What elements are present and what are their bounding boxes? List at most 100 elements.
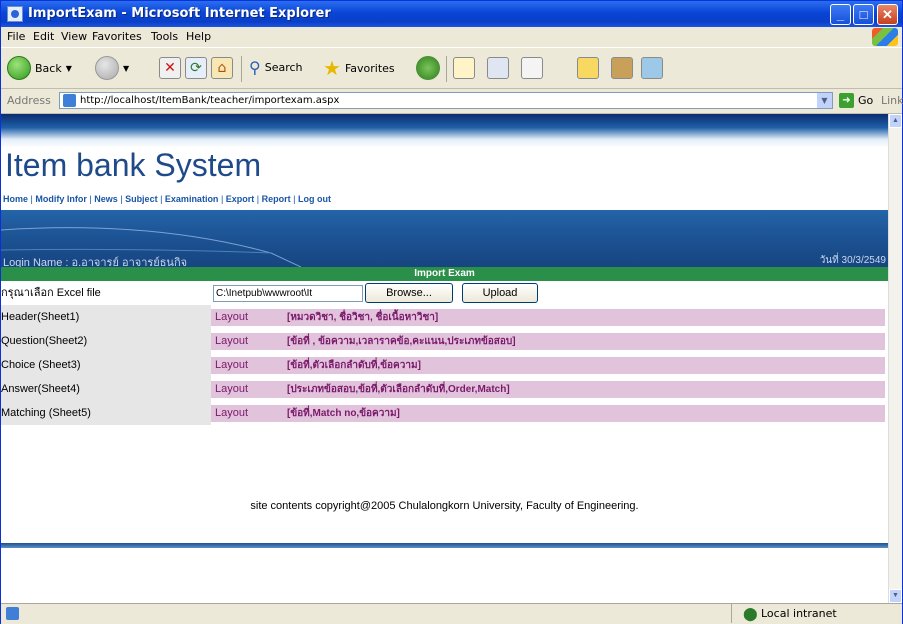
site-title: Item bank System — [5, 147, 262, 183]
table-row: Header(Sheet1) Layout [หมวดวิชา, ชื่อวิช… — [1, 305, 888, 329]
address-label: Address — [7, 94, 51, 107]
window-title: ImportExam - Microsoft Internet Explorer — [28, 6, 331, 21]
address-dropdown-icon[interactable]: ▼ — [817, 93, 832, 108]
dropdown-arrow-icon: ▼ — [123, 63, 130, 73]
messenger-icon[interactable] — [641, 57, 663, 79]
menu-tools[interactable]: Tools — [151, 30, 178, 43]
nav-separator: | — [218, 194, 226, 204]
layout-spec: [ข้อที่,Match no,ข้อความ] — [287, 408, 400, 419]
layout-link[interactable]: Layout — [215, 405, 248, 422]
table-row: Answer(Sheet4) Layout [ประเภทข้อสอบ,ข้อท… — [1, 377, 888, 401]
address-input[interactable]: http://localhost/ItemBank/teacher/import… — [59, 92, 833, 109]
search-label: Search — [264, 61, 303, 74]
page-content: Item bank System Home | Modify Infor | N… — [1, 114, 888, 603]
go-arrow-icon[interactable]: ➜ — [839, 93, 854, 108]
go-label[interactable]: Go — [858, 94, 873, 107]
minimize-button[interactable]: _ — [830, 4, 851, 25]
status-bar: ⬤ Local intranet — [1, 603, 902, 624]
folder-icon[interactable] — [577, 57, 599, 79]
intranet-zone-icon: ⬤ — [743, 607, 758, 622]
nav-news[interactable]: News — [94, 194, 118, 204]
research-icon[interactable] — [611, 57, 633, 79]
print-icon[interactable] — [487, 57, 509, 79]
nav-modify-infor[interactable]: Modify Infor — [35, 194, 87, 204]
table-row: Matching (Sheet5) Layout [ข้อที่,Match n… — [1, 401, 888, 425]
zone-label: Local intranet — [761, 607, 837, 620]
section-title: Import Exam — [1, 267, 888, 281]
nav-examination[interactable]: Examination — [165, 194, 219, 204]
row-label: Choice (Sheet3) — [1, 353, 211, 377]
toolbar-separator — [241, 56, 242, 82]
refresh-icon[interactable]: ⟳ — [185, 57, 207, 79]
favorites-star-icon: ★ — [323, 56, 341, 80]
layout-link[interactable]: Layout — [215, 309, 248, 326]
footer-line — [1, 543, 888, 548]
toolbar-separator — [446, 56, 447, 82]
page-icon — [63, 94, 76, 107]
dropdown-arrow-icon: ▼ — [65, 63, 72, 73]
menu-file[interactable]: File — [7, 30, 25, 43]
nav-separator: | — [157, 194, 165, 204]
layout-spec: [ข้อที่,ตัวเลือกลำดับที่,ข้อความ] — [287, 360, 421, 371]
links-label[interactable]: Links — [881, 94, 903, 107]
nav-export[interactable]: Export — [226, 194, 255, 204]
file-label: กรุณาเลือก Excel file — [1, 281, 211, 305]
layout-spec: [ข้อที่ , ข้อความ,เวลาราคข้อ,คะแนน,ประเภ… — [287, 336, 516, 347]
layout-link[interactable]: Layout — [215, 357, 248, 374]
forward-button[interactable]: ▼ — [95, 56, 129, 80]
close-button[interactable]: ✕ — [877, 4, 898, 25]
row-label: Matching (Sheet5) — [1, 401, 211, 425]
layout-spec: [ประเภทข้อสอบ,ข้อที่,ตัวเลือกลำดับที่,Or… — [287, 384, 510, 395]
site-nav: Home | Modify Infor | News | Subject | E… — [3, 194, 331, 204]
table-row: Choice (Sheet3) Layout [ข้อที่,ตัวเลือกล… — [1, 353, 888, 377]
stop-icon[interactable]: ✕ — [159, 57, 181, 79]
favorites-button[interactable]: ★ Favorites — [323, 56, 395, 80]
maximize-button[interactable]: □ — [853, 4, 874, 25]
layout-link[interactable]: Layout — [215, 381, 248, 398]
layout-link[interactable]: Layout — [215, 333, 248, 350]
address-bar: Address http://localhost/ItemBank/teache… — [1, 89, 903, 114]
menu-bar: File Edit View Favorites Tools Help — [1, 27, 902, 48]
layout-spec: [หมวดวิชา, ชื่อวิชา, ชื่อเนื้อหาวิชา] — [287, 312, 439, 323]
page-status-icon — [6, 607, 19, 620]
forward-arrow-icon — [95, 56, 119, 80]
scroll-up-icon[interactable]: ▲ — [889, 114, 902, 128]
title-bar[interactable]: ImportExam - Microsoft Internet Explorer… — [1, 1, 902, 27]
search-button[interactable]: ⚲ Search — [249, 58, 303, 77]
media-icon[interactable] — [416, 56, 440, 80]
file-path-input[interactable]: C:\Inetpub\wwwroot\It — [213, 285, 363, 302]
menu-edit[interactable]: Edit — [33, 30, 54, 43]
menu-view[interactable]: View — [61, 30, 87, 43]
browse-button[interactable]: Browse... — [365, 283, 453, 303]
back-arrow-icon — [7, 56, 31, 80]
browser-window: ImportExam - Microsoft Internet Explorer… — [0, 0, 903, 624]
search-icon: ⚲ — [249, 58, 261, 77]
menu-favorites[interactable]: Favorites — [92, 30, 142, 43]
row-label: Answer(Sheet4) — [1, 377, 211, 401]
back-button[interactable]: Back ▼ — [7, 56, 72, 80]
back-label: Back — [35, 61, 62, 75]
upload-button[interactable]: Upload — [462, 283, 538, 303]
row-label: Question(Sheet2) — [1, 329, 211, 353]
windows-logo-icon — [872, 28, 898, 46]
address-url: http://localhost/ItemBank/teacher/import… — [80, 95, 340, 106]
home-icon[interactable]: ⌂ — [211, 57, 233, 79]
edit-icon[interactable] — [521, 57, 543, 79]
favorites-label: Favorites — [344, 61, 395, 75]
nav-report[interactable]: Report — [262, 194, 291, 204]
menu-help[interactable]: Help — [186, 30, 211, 43]
toolbar: Back ▼ ▼ ✕ ⟳ ⌂ ⚲ Search ★ Favorites — [1, 48, 902, 89]
current-date: วันที่ 30/3/2549 — [819, 255, 886, 266]
nav-separator: | — [254, 194, 262, 204]
copyright-text: site contents copyright@2005 Chulalongko… — [250, 500, 639, 512]
nav-separator: | — [290, 194, 298, 204]
mail-icon[interactable] — [453, 57, 475, 79]
scroll-down-icon[interactable]: ▼ — [889, 589, 902, 603]
nav-home[interactable]: Home — [3, 194, 28, 204]
vertical-scrollbar[interactable]: ▲ ▼ — [888, 114, 902, 603]
table-row: Question(Sheet2) Layout [ข้อที่ , ข้อควา… — [1, 329, 888, 353]
row-label: Header(Sheet1) — [1, 305, 211, 329]
nav-log-out[interactable]: Log out — [298, 194, 331, 204]
file-row: กรุณาเลือก Excel file C:\Inetpub\wwwroot… — [1, 281, 888, 305]
nav-subject[interactable]: Subject — [125, 194, 158, 204]
